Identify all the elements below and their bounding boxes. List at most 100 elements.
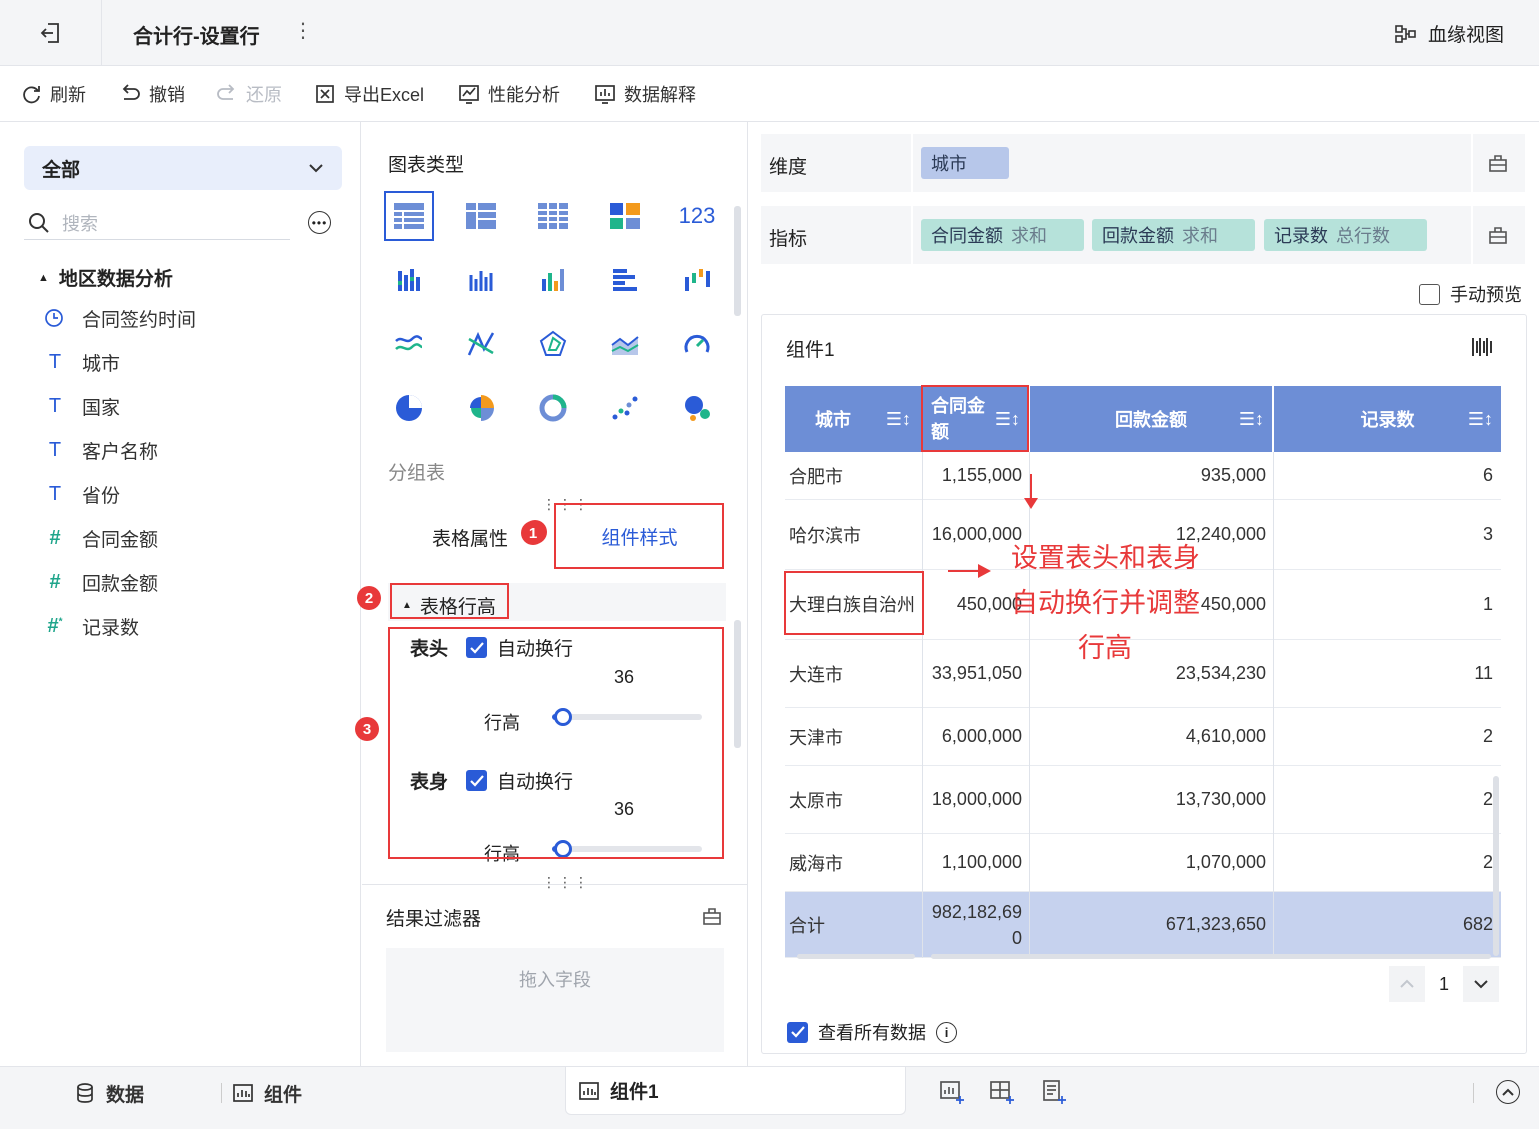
chart-type-column[interactable] [528, 255, 578, 305]
search-input[interactable]: 搜索 [62, 210, 98, 236]
sort-icon[interactable]: ☰↕ [1468, 409, 1493, 430]
tab-data[interactable]: 数据 [74, 1067, 144, 1119]
step-badge-2: 2 [357, 586, 381, 610]
folder-row[interactable]: ▲ 地区数据分析 [38, 264, 173, 291]
dimension-pill[interactable]: 城市 [921, 147, 1009, 179]
measure-name: 合同金额 [931, 226, 1003, 246]
measure-pill[interactable]: 记录数 总行数 [1264, 219, 1427, 251]
horizontal-scrollbar[interactable] [797, 954, 915, 959]
chart-type-bubble[interactable] [672, 383, 722, 433]
chart-type-bar[interactable] [600, 255, 650, 305]
page-prev-button[interactable] [1389, 966, 1425, 1002]
chart-type-donut[interactable] [528, 383, 578, 433]
vertical-scrollbar[interactable] [1493, 776, 1499, 956]
cell-contract: 18,000,000 [931, 789, 1022, 809]
filter-drop-zone[interactable]: 拖入字段 [386, 948, 724, 1052]
toolbar: 刷新 撤销 还原 导出Excel 性能分析 数据解释 [0, 66, 1539, 122]
chart-type-grouped-table[interactable] [384, 191, 434, 241]
search-field[interactable]: 搜索 [24, 206, 290, 240]
chart-type-detail-table[interactable] [528, 191, 578, 241]
add-chart-icon[interactable] [939, 1079, 965, 1105]
chart-type-scatter[interactable] [600, 383, 650, 433]
sort-icon[interactable]: ☰↕ [886, 409, 911, 430]
chart-grid-scrollbar[interactable] [732, 192, 742, 432]
tab-components[interactable]: 组件 [232, 1067, 302, 1119]
chart-type-area[interactable] [600, 319, 650, 369]
back-icon[interactable] [38, 20, 64, 46]
performance-analysis-button[interactable]: 性能分析 [458, 66, 560, 122]
table-row[interactable]: 太原市 18,000,000 13,730,000 2 [785, 766, 1501, 834]
measure-pill[interactable]: 回款金额 求和 [1092, 219, 1255, 251]
field-item[interactable]: # 合同金额 [44, 523, 158, 553]
chart-type-kpi[interactable]: 123 [672, 191, 722, 241]
measure-settings-icon[interactable] [1488, 225, 1508, 245]
column-header-city[interactable]: 城市 ☰↕ [785, 386, 921, 452]
measure-pill[interactable]: 合同金额 求和 [921, 219, 1084, 251]
chart-type-card[interactable] [600, 191, 650, 241]
explain-label: 数据解释 [624, 85, 696, 105]
collapse-up-icon[interactable] [1496, 1080, 1520, 1104]
cell-contract: 6,000,000 [941, 726, 1022, 746]
tab-table-properties[interactable]: 表格属性 [432, 524, 508, 551]
chart-type-radar[interactable] [528, 319, 578, 369]
divider [1471, 206, 1473, 264]
info-icon[interactable]: i [936, 1021, 957, 1043]
data-explain-button[interactable]: 数据解释 [594, 66, 696, 122]
highlight-box-tab [554, 503, 724, 569]
redo-button[interactable]: 还原 [216, 66, 282, 122]
barcode-icon[interactable] [1471, 336, 1493, 358]
lineage-view-button[interactable]: 血缘视图 [1394, 20, 1504, 47]
field-item[interactable]: # 回款金额 [44, 567, 158, 597]
undo-button[interactable]: 撤销 [119, 66, 185, 122]
table-row[interactable]: 天津市 6,000,000 4,610,000 2 [785, 708, 1501, 766]
chart-type-multi-line[interactable] [456, 319, 506, 369]
export-excel-button[interactable]: 导出Excel [314, 66, 424, 122]
field-item[interactable]: #* 记录数 [44, 611, 139, 641]
chart-type-pivot-table[interactable] [456, 191, 506, 241]
lineage-label: 血缘视图 [1428, 25, 1505, 46]
field-item[interactable]: T 客户名称 [44, 435, 158, 465]
manual-preview-checkbox[interactable]: 手动预览 [1419, 281, 1522, 307]
chart-type-title: 图表类型 [388, 155, 465, 176]
field-item[interactable]: 合同签约时间 [44, 303, 196, 333]
chart-type-multi-column[interactable] [456, 255, 506, 305]
horizontal-scrollbar[interactable] [931, 954, 1491, 959]
column-header-count[interactable]: 记录数 ☰↕ [1274, 386, 1501, 452]
page-title: 合计行-设置行 [133, 26, 260, 48]
field-item[interactable]: T 省份 [44, 479, 120, 509]
add-text-icon[interactable] [1041, 1079, 1067, 1105]
add-layout-icon[interactable] [989, 1079, 1015, 1105]
resize-handle[interactable]: ⋮⋮⋮ [542, 874, 590, 891]
chart-type-grouped-column[interactable] [384, 255, 434, 305]
sort-icon[interactable]: ☰↕ [1239, 409, 1264, 430]
chart-type-pie[interactable] [384, 383, 434, 433]
total-label: 合计 [789, 915, 825, 936]
column-header-payment[interactable]: 回款金额 ☰↕ [1030, 386, 1272, 452]
page-next-button[interactable] [1463, 966, 1499, 1002]
field-item[interactable]: T 国家 [44, 391, 120, 421]
table-row[interactable]: 威海市 1,100,000 1,070,000 2 [785, 834, 1501, 892]
table-row[interactable]: 大连市 33,951,050 23,534,230 11 [785, 640, 1501, 708]
table-row[interactable]: 合肥市 1,155,000 935,000 6 [785, 452, 1501, 500]
chart-type-rose[interactable] [456, 383, 506, 433]
filter-settings-icon[interactable] [702, 906, 722, 926]
dimension-settings-icon[interactable] [1488, 153, 1508, 173]
more-options-icon[interactable]: ••• [308, 211, 331, 234]
cell-count: 2 [1482, 852, 1493, 872]
cell-city: 大连市 [789, 664, 843, 685]
field-item[interactable]: T 城市 [44, 347, 120, 377]
refresh-button[interactable]: 刷新 [20, 66, 86, 122]
tab-component1[interactable]: 组件1 [565, 1067, 906, 1115]
tab-component1-label: 组件1 [610, 1082, 659, 1103]
chart-type-waterfall[interactable] [672, 255, 722, 305]
view-all-data-checkbox[interactable]: 查看所有数据 i [787, 1019, 957, 1045]
total-contract: 982,182,690 [931, 901, 1022, 948]
more-menu-icon[interactable]: ⋮ [293, 18, 313, 43]
settings-scrollbar[interactable] [732, 584, 742, 884]
scope-dropdown[interactable]: 全部 [24, 146, 342, 190]
clock-icon [44, 308, 66, 328]
search-icon [28, 212, 50, 234]
chart-type-gauge[interactable] [672, 319, 722, 369]
chart-type-line[interactable] [384, 319, 434, 369]
perf-label: 性能分析 [488, 85, 560, 105]
